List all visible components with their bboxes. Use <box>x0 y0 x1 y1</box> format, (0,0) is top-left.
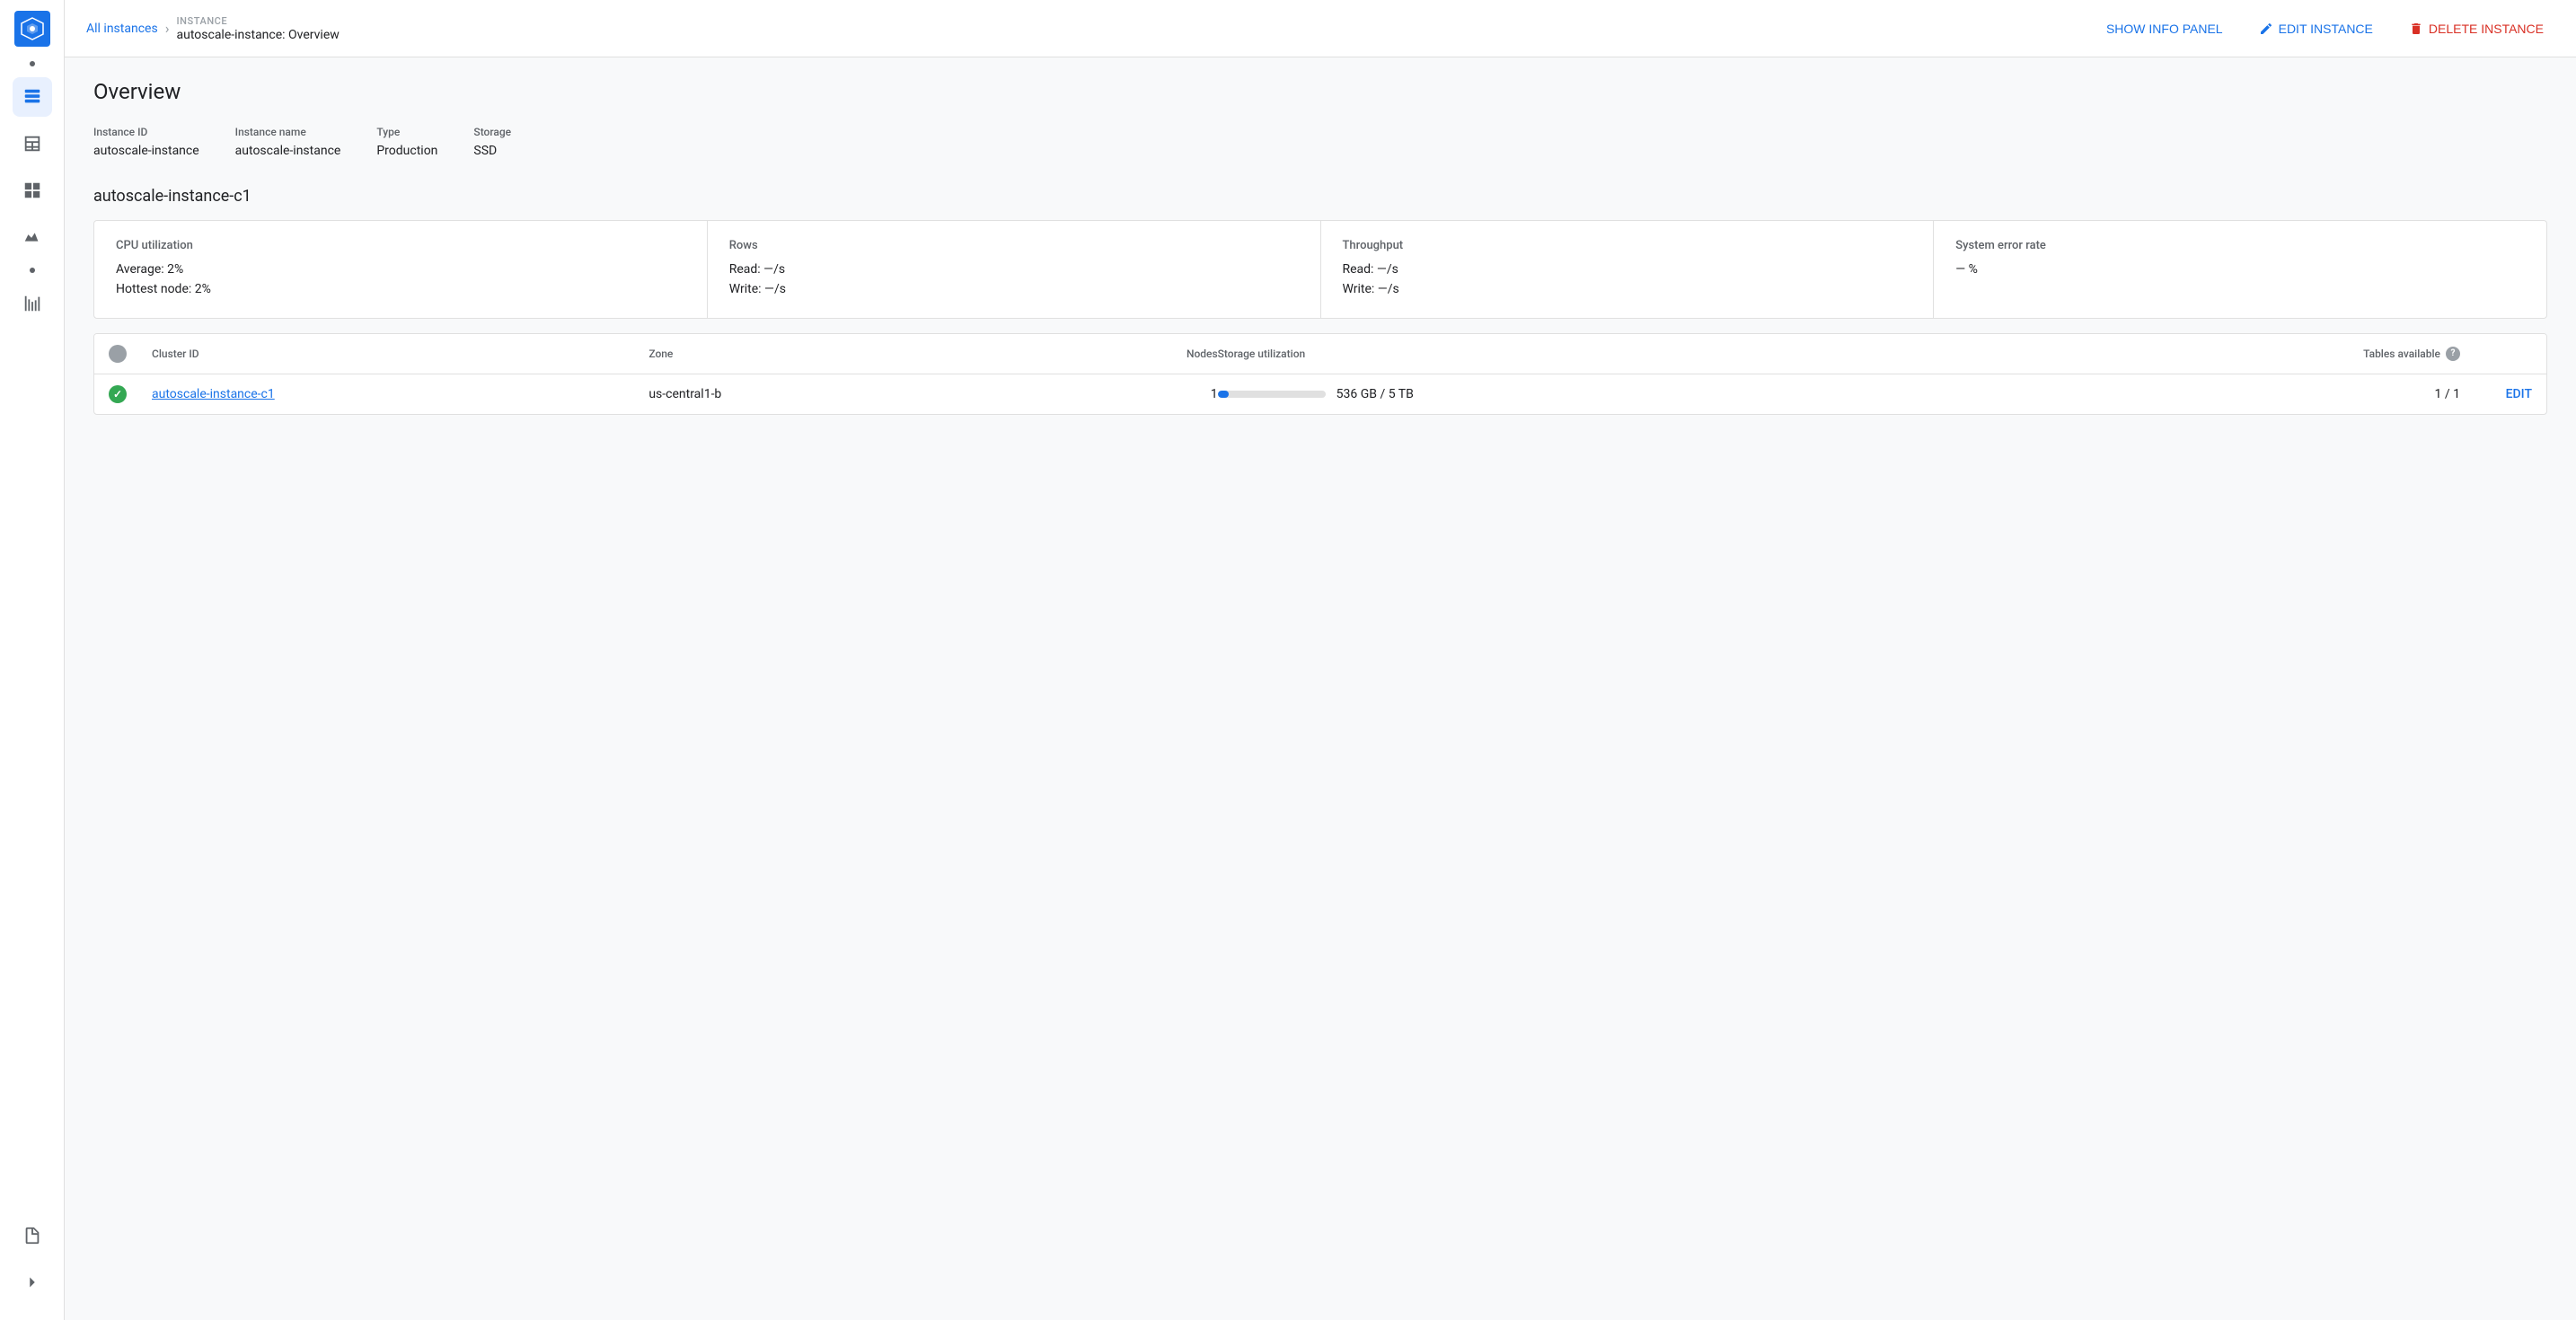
checkmark-icon: ✓ <box>113 388 122 400</box>
instance-name-value: autoscale-instance <box>235 144 341 158</box>
breadcrumb-page-title: autoscale-instance: Overview <box>177 28 340 42</box>
storage-bar <box>1218 391 1326 398</box>
sidebar-dot-2 <box>30 268 35 273</box>
sidebar-item-expand[interactable] <box>13 1263 52 1302</box>
app-logo <box>14 11 50 50</box>
tables-header-text: Tables available <box>2363 348 2440 360</box>
sidebar-item-docs[interactable] <box>13 1216 52 1255</box>
col-header-cluster-id: Cluster ID <box>152 348 648 360</box>
metric-error-rate: System error rate — % <box>1934 221 2546 318</box>
breadcrumb-label: INSTANCE <box>177 15 340 27</box>
metric-rows: Rows Read: —/s Write: —/s <box>708 221 1321 318</box>
delete-instance-label: DELETE INSTANCE <box>2429 22 2544 36</box>
sidebar-item-chart[interactable] <box>13 217 52 257</box>
rows-write: Write: —/s <box>729 279 1299 299</box>
instance-name-label: Instance name <box>235 126 341 138</box>
cpu-hottest: Hottest node: 2% <box>116 279 685 299</box>
type-label: Type <box>376 126 437 138</box>
zone-value: us-central1-b <box>648 387 721 401</box>
tables-value: 1 / 1 <box>2435 387 2460 401</box>
metric-cpu: CPU utilization Average: 2% Hottest node… <box>94 221 708 318</box>
col-header-zone: Zone <box>648 348 1145 360</box>
storage-text: 536 GB / 5 TB <box>1337 387 1414 401</box>
row-tables: 1 / 1 <box>1963 387 2460 401</box>
nodes-value: 1 <box>1211 387 1218 401</box>
storage-value: SSD <box>473 144 511 158</box>
col-header-storage: Storage utilization <box>1218 348 1963 360</box>
sidebar-item-instances[interactable] <box>13 77 52 117</box>
row-zone: us-central1-b <box>648 387 1145 401</box>
page-title: Overview <box>93 79 2547 104</box>
info-col-type: Type Production <box>376 126 437 158</box>
col-header-status <box>109 345 152 363</box>
instance-id-label: Instance ID <box>93 126 199 138</box>
breadcrumb-current: INSTANCE autoscale-instance: Overview <box>177 15 340 42</box>
edit-instance-button[interactable]: EDIT INSTANCE <box>2248 14 2384 43</box>
breadcrumb-all-instances[interactable]: All instances <box>86 22 158 36</box>
throughput-write: Write: —/s <box>1343 279 1912 299</box>
error-rate-label: System error rate <box>1955 239 2525 252</box>
sidebar-item-grid[interactable] <box>13 171 52 210</box>
storage-bar-fill <box>1218 391 1230 398</box>
row-cluster-id: autoscale-instance-c1 <box>152 387 648 401</box>
sidebar-dot-1 <box>30 61 35 66</box>
instance-id-value: autoscale-instance <box>93 144 199 158</box>
sidebar <box>0 0 65 1320</box>
cpu-label: CPU utilization <box>116 239 685 252</box>
info-col-storage: Storage SSD <box>473 126 511 158</box>
topbar-actions: SHOW INFO PANEL EDIT INSTANCE DELETE INS… <box>2095 14 2554 43</box>
metrics-card: CPU utilization Average: 2% Hottest node… <box>93 220 2547 319</box>
col-header-nodes: Nodes <box>1146 348 1218 360</box>
throughput-label: Throughput <box>1343 239 1912 252</box>
tables-help-icon[interactable]: ? <box>2446 347 2460 361</box>
breadcrumb: All instances › INSTANCE autoscale-insta… <box>86 15 340 42</box>
cluster-table-header: Cluster ID Zone Nodes Storage utilizatio… <box>94 334 2546 374</box>
main-content: All instances › INSTANCE autoscale-insta… <box>65 0 2576 1320</box>
row-status: ✓ <box>109 385 152 403</box>
cluster-edit-link[interactable]: EDIT <box>2506 387 2532 401</box>
cluster-table: Cluster ID Zone Nodes Storage utilizatio… <box>93 333 2547 415</box>
delete-instance-button[interactable]: DELETE INSTANCE <box>2398 14 2554 43</box>
show-info-panel-button[interactable]: SHOW INFO PANEL <box>2095 14 2234 43</box>
sidebar-item-table[interactable] <box>13 124 52 163</box>
info-col-instance-id: Instance ID autoscale-instance <box>93 126 199 158</box>
info-col-instance-name: Instance name autoscale-instance <box>235 126 341 158</box>
row-storage: 536 GB / 5 TB <box>1218 387 1963 401</box>
instance-info-section: Instance ID autoscale-instance Instance … <box>93 126 2547 158</box>
row-nodes: 1 <box>1146 387 1218 401</box>
sidebar-bottom <box>13 1216 52 1309</box>
sidebar-item-metrics[interactable] <box>13 284 52 323</box>
breadcrumb-separator: › <box>165 20 170 37</box>
rows-read: Read: —/s <box>729 260 1299 279</box>
topbar: All instances › INSTANCE autoscale-insta… <box>65 0 2576 57</box>
cluster-title: autoscale-instance-c1 <box>93 187 2547 206</box>
type-value: Production <box>376 144 437 158</box>
status-header-circle <box>109 345 127 363</box>
error-rate-value: — % <box>1955 260 2525 279</box>
cluster-id-link[interactable]: autoscale-instance-c1 <box>152 387 275 401</box>
page-content: Overview Instance ID autoscale-instance … <box>65 57 2576 1320</box>
edit-icon <box>2259 22 2273 36</box>
cpu-average: Average: 2% <box>116 260 685 279</box>
metric-throughput: Throughput Read: —/s Write: —/s <box>1321 221 1935 318</box>
rows-label: Rows <box>729 239 1299 252</box>
table-row: ✓ autoscale-instance-c1 us-central1-b 1 … <box>94 374 2546 414</box>
col-header-tables: Tables available ? <box>1963 347 2460 361</box>
delete-icon <box>2409 22 2423 36</box>
throughput-read: Read: —/s <box>1343 260 1912 279</box>
status-green-circle: ✓ <box>109 385 127 403</box>
edit-instance-label: EDIT INSTANCE <box>2279 22 2373 36</box>
storage-label: Storage <box>473 126 511 138</box>
row-action: EDIT <box>2460 387 2532 401</box>
